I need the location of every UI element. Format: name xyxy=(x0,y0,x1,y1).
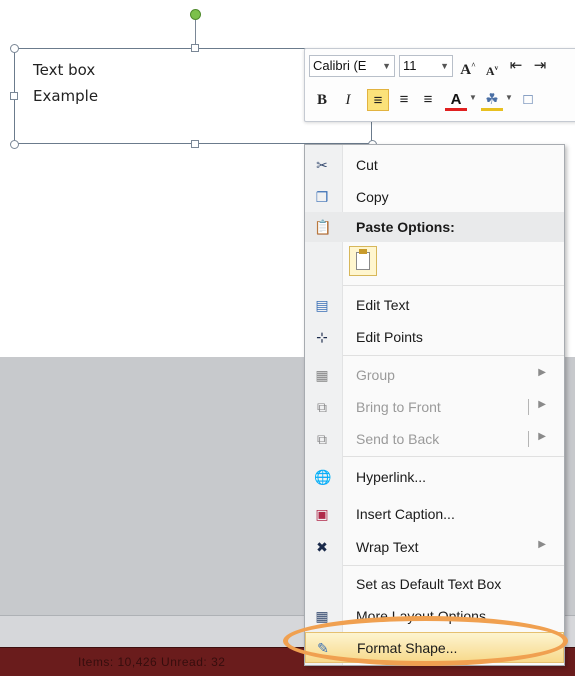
font-color-icon: A xyxy=(450,91,462,108)
resize-handle-bottom[interactable] xyxy=(191,140,199,148)
align-left-icon: ≡ xyxy=(373,92,383,109)
status-text: Items: 10,426 Unread: 32 xyxy=(78,655,226,669)
clipboard-icon: 📋 xyxy=(314,219,332,235)
menu-item-insert-caption[interactable]: ▣ Insert Caption... xyxy=(305,499,564,529)
chevron-down-icon[interactable]: ▼ xyxy=(382,56,391,76)
context-menu: ✂ Cut ❐ Copy 📋 Paste Options: ▤ Edit Tex… xyxy=(304,144,565,666)
menu-item-label: Send to Back xyxy=(356,431,440,447)
resize-handle-bottom-left[interactable] xyxy=(10,140,19,149)
text-box-line-1: Text box xyxy=(33,61,96,79)
submenu-arrow-icon: ▶ xyxy=(538,399,546,410)
menu-item-label: Insert Caption... xyxy=(356,506,455,522)
send-to-back-icon: ⧉ xyxy=(317,431,327,447)
group-icon: ▦ xyxy=(315,367,329,383)
align-left-button[interactable]: ≡ xyxy=(367,89,389,111)
menu-item-label: Edit Points xyxy=(356,329,423,345)
menu-separator xyxy=(343,285,564,286)
menu-item-group: ▦ Group ▶ xyxy=(305,360,564,390)
menu-item-label: Hyperlink... xyxy=(356,469,427,485)
bring-to-front-icon: ⧉ xyxy=(317,399,327,415)
menu-item-bring-to-front: ⧉ Bring to Front ▶ xyxy=(305,392,564,422)
highlight-annotation-ring xyxy=(283,616,568,666)
resize-handle-left[interactable] xyxy=(10,92,18,100)
outline-icon: □ xyxy=(523,91,533,108)
submenu-arrow-icon: ▶ xyxy=(538,539,546,550)
align-center-button[interactable]: ≡ xyxy=(393,89,415,111)
resize-handle-top[interactable] xyxy=(191,44,199,52)
chevron-down-icon[interactable]: ▼ xyxy=(505,93,513,102)
menu-separator xyxy=(343,565,564,566)
menu-item-label: Copy xyxy=(356,189,389,205)
menu-item-label: Set as Default Text Box xyxy=(356,576,502,592)
font-size-combo[interactable]: 11 ▼ xyxy=(399,55,453,77)
font-color-button[interactable]: A xyxy=(445,89,467,111)
align-right-icon: ≡ xyxy=(423,91,433,108)
paste-page-icon xyxy=(356,252,370,270)
split-divider xyxy=(528,431,529,447)
edit-text-icon: ▤ xyxy=(315,297,329,313)
decrease-indent-button[interactable]: ⇤ xyxy=(505,55,527,77)
align-right-button[interactable]: ≡ xyxy=(417,89,439,111)
font-size-value: 11 xyxy=(403,58,417,73)
scissors-icon: ✂ xyxy=(316,157,328,173)
italic-button[interactable]: I xyxy=(337,89,359,111)
submenu-arrow-icon: ▶ xyxy=(538,367,546,378)
menu-header-paste-options: 📋 Paste Options: xyxy=(305,212,564,242)
shrink-font-button[interactable]: Av xyxy=(481,57,503,79)
increase-indent-button[interactable]: ⇥ xyxy=(529,55,551,77)
menu-item-copy[interactable]: ❐ Copy xyxy=(305,182,564,212)
wrap-text-icon: ✖ xyxy=(316,539,328,555)
menu-item-set-default-text-box[interactable]: Set as Default Text Box xyxy=(305,569,564,599)
menu-item-edit-text[interactable]: ▤ Edit Text xyxy=(305,290,564,320)
menu-separator xyxy=(343,456,564,457)
paste-keep-text-only-button[interactable] xyxy=(349,246,377,276)
hyperlink-icon: 🌐 xyxy=(314,469,332,485)
shape-outline-button[interactable]: □ xyxy=(517,89,539,111)
edit-points-icon: ⊹ xyxy=(316,329,328,345)
menu-item-edit-points[interactable]: ⊹ Edit Points xyxy=(305,322,564,352)
menu-item-hyperlink[interactable]: 🌐 Hyperlink... xyxy=(305,462,564,492)
menu-item-wrap-text[interactable]: ✖ Wrap Text ▶ xyxy=(305,532,564,562)
shrink-font-icon: A xyxy=(485,64,495,78)
copy-icon: ❐ xyxy=(315,189,329,205)
menu-item-label: Wrap Text xyxy=(356,539,419,555)
grow-font-icon: A xyxy=(460,62,472,78)
decrease-indent-icon: ⇤ xyxy=(509,57,523,74)
menu-item-label: Cut xyxy=(356,157,378,173)
paste-clip-icon xyxy=(359,249,367,254)
menu-item-cut[interactable]: ✂ Cut xyxy=(305,150,564,180)
split-divider xyxy=(528,399,529,415)
insert-caption-icon: ▣ xyxy=(315,506,329,522)
menu-item-label: Edit Text xyxy=(356,297,410,313)
increase-indent-icon: ⇥ xyxy=(533,57,547,74)
chevron-down-icon[interactable]: ▼ xyxy=(469,93,477,102)
bold-button[interactable]: B xyxy=(311,89,333,111)
font-name-combo[interactable]: Calibri (E ▼ xyxy=(309,55,395,77)
menu-item-label: Group xyxy=(356,367,395,383)
menu-item-send-to-back: ⧉ Send to Back ▶ xyxy=(305,424,564,454)
mini-toolbar: Calibri (E ▼ 11 ▼ A^ Av ⇤ ⇥ B I ≡ ≡ ≡ A … xyxy=(304,48,575,122)
chevron-down-icon[interactable]: ▼ xyxy=(440,56,449,76)
resize-handle-top-left[interactable] xyxy=(10,44,19,53)
layout-options-icon: ▦ xyxy=(315,608,329,624)
shape-fill-button[interactable]: ☘ xyxy=(481,89,503,111)
menu-separator xyxy=(343,355,564,356)
menu-item-label: Paste Options: xyxy=(356,219,455,235)
paint-bucket-icon: ☘ xyxy=(485,91,499,108)
grow-font-button[interactable]: A^ xyxy=(457,55,479,78)
submenu-arrow-icon: ▶ xyxy=(538,431,546,442)
rotation-handle[interactable] xyxy=(190,9,201,20)
text-box-line-2: Example xyxy=(33,87,99,105)
align-center-icon: ≡ xyxy=(399,91,409,108)
menu-item-label: Bring to Front xyxy=(356,399,441,415)
font-name-value: Calibri (E xyxy=(313,58,367,73)
